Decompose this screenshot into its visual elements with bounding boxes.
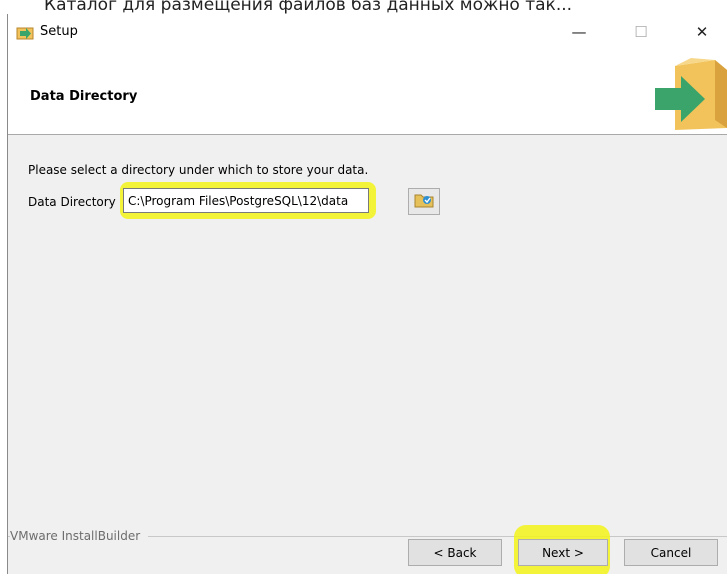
setup-window: Setup — ☐ ✕ Data Directory Please select… <box>7 14 727 574</box>
data-directory-input[interactable] <box>123 188 369 213</box>
page-header: Data Directory <box>8 50 727 135</box>
footer-brand-label: VMware InstallBuilder <box>10 529 149 543</box>
window-title: Setup <box>40 24 78 39</box>
setup-app-icon <box>16 24 34 40</box>
folder-browse-icon <box>414 192 434 212</box>
instruction-text: Please select a directory under which to… <box>28 163 369 177</box>
maximize-button[interactable]: ☐ <box>618 14 664 50</box>
back-button[interactable]: < Back <box>408 539 502 566</box>
cancel-button[interactable]: Cancel <box>624 539 718 566</box>
minimize-button[interactable]: — <box>556 14 602 50</box>
page-title: Data Directory <box>30 89 138 104</box>
browse-folder-button[interactable] <box>408 188 440 215</box>
installer-box-logo <box>655 58 727 130</box>
title-bar: Setup — ☐ ✕ <box>8 14 727 50</box>
close-button[interactable]: ✕ <box>679 14 725 50</box>
data-directory-label: Data Directory <box>28 195 116 209</box>
next-button[interactable]: Next > <box>518 539 608 566</box>
